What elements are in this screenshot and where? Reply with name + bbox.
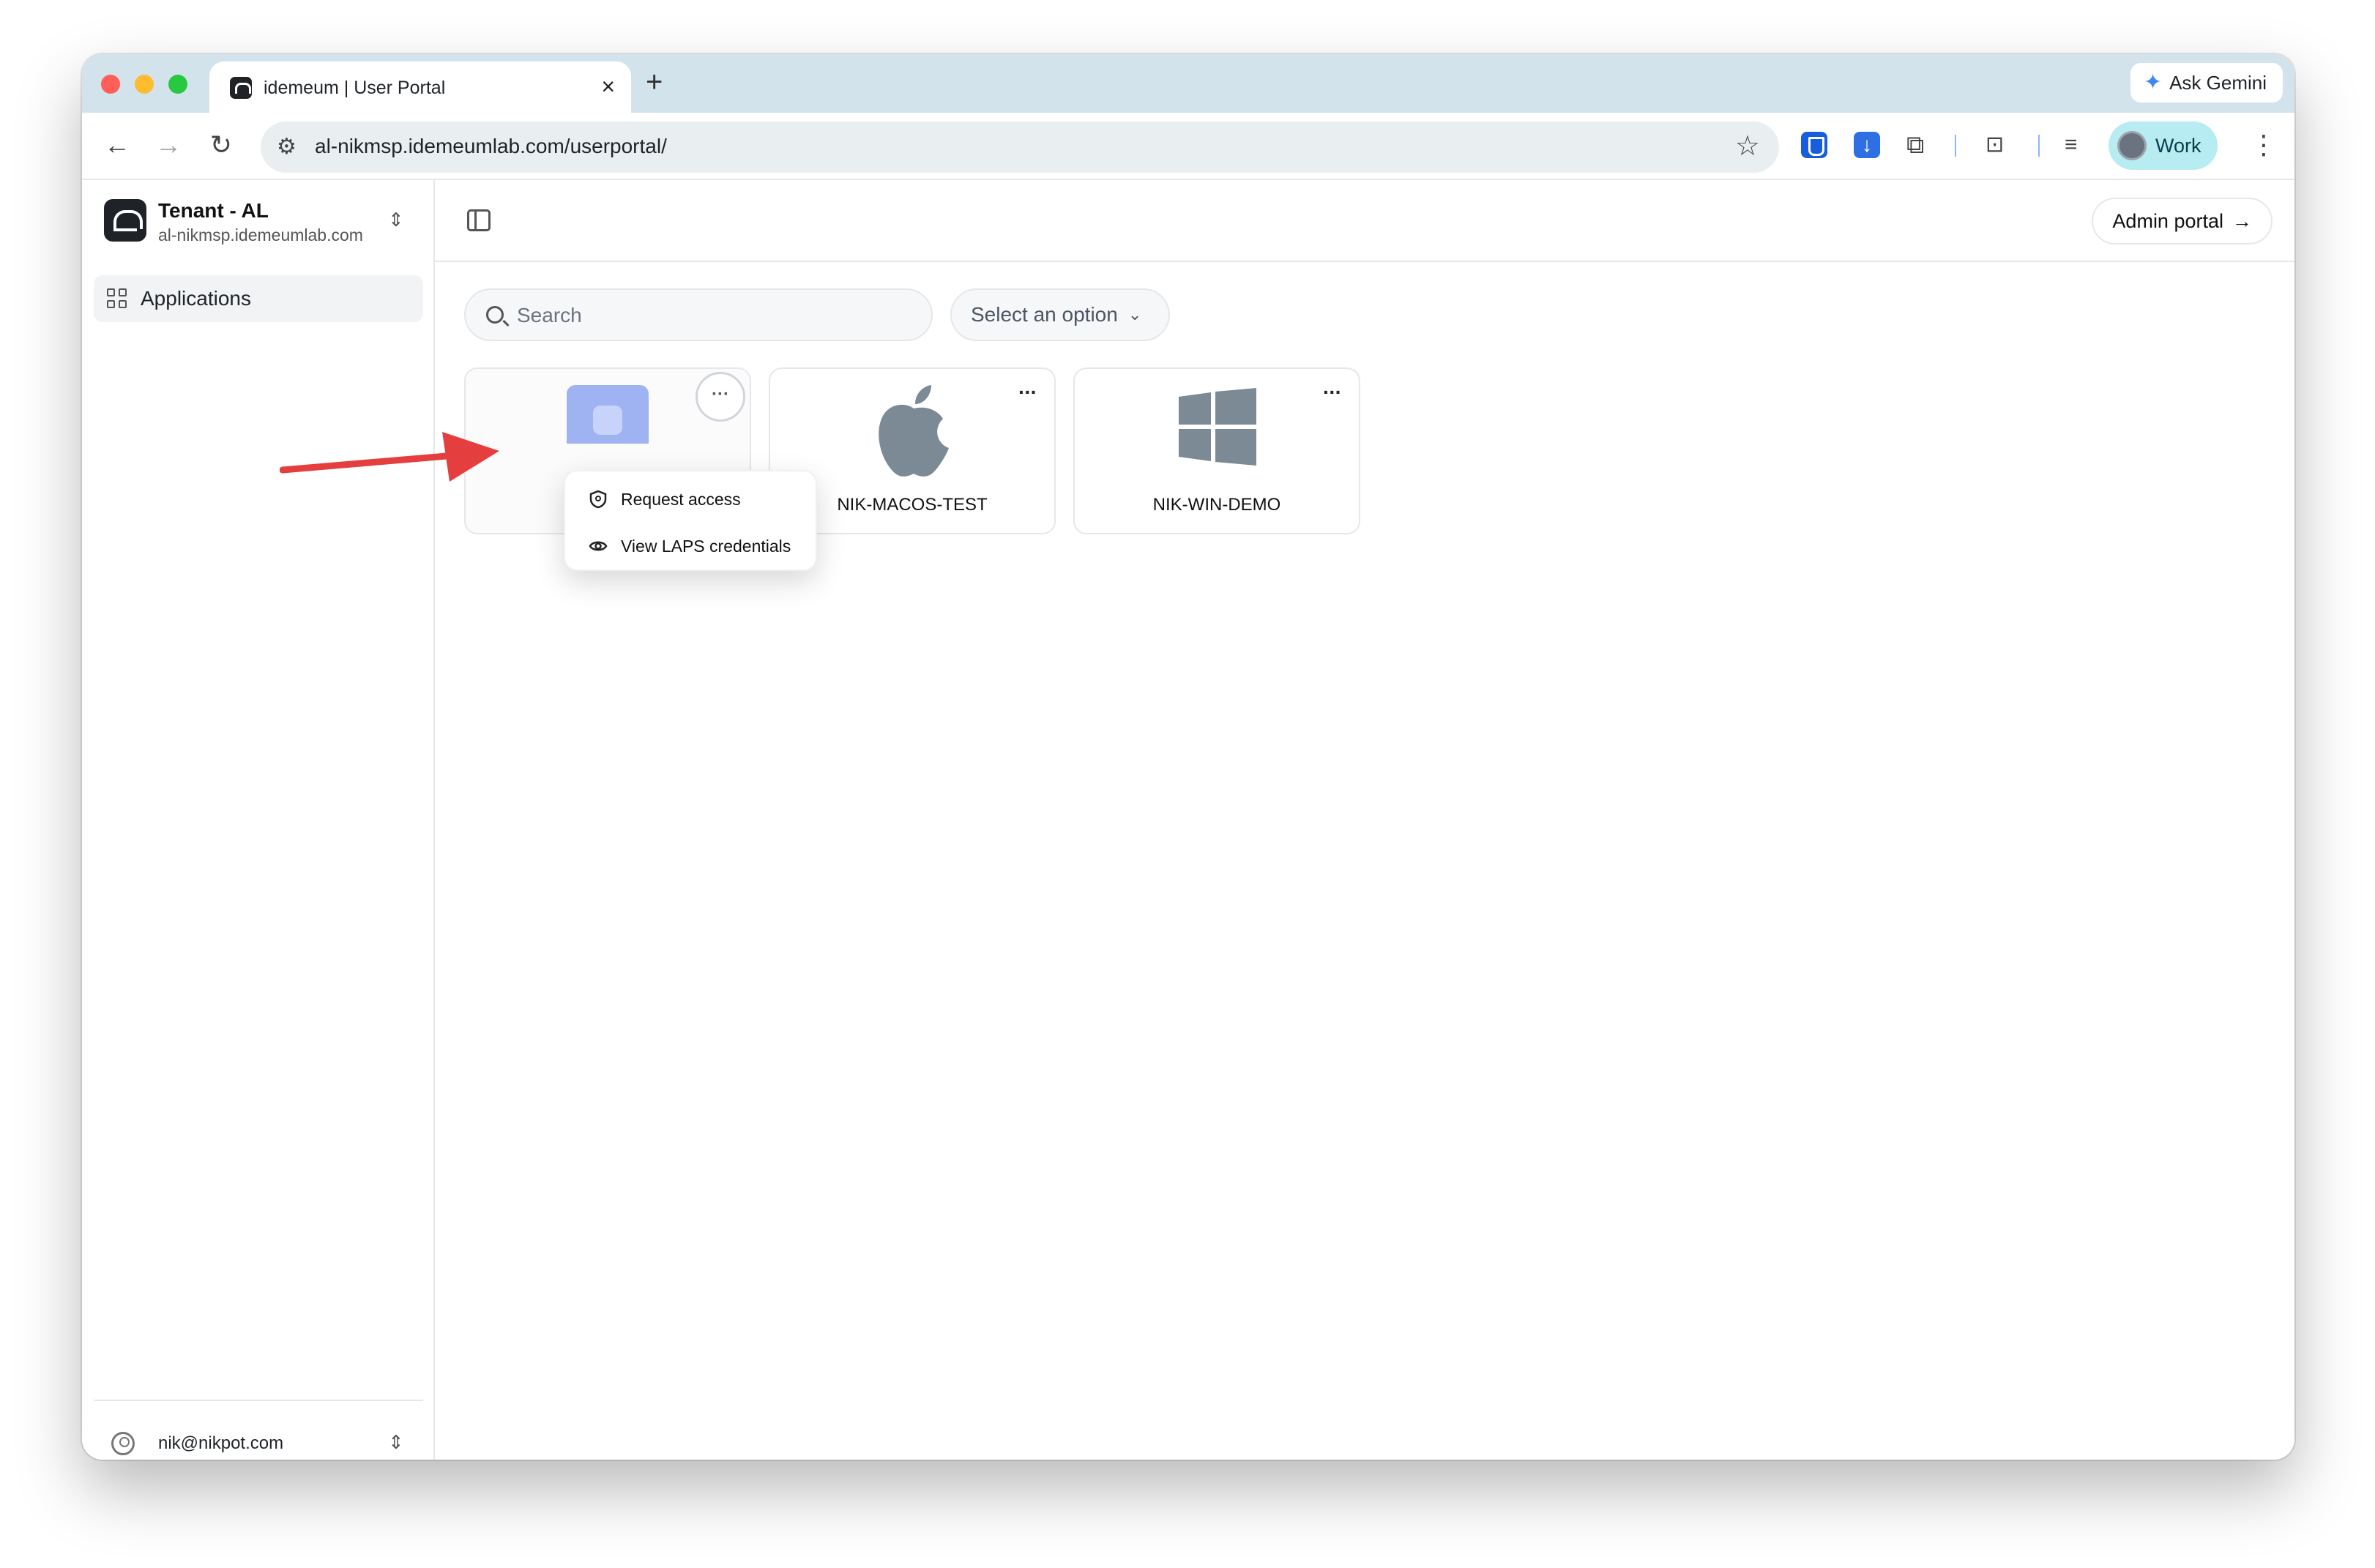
extensions-puzzle-icon[interactable]: ⧉ [1906,132,1933,158]
admin-portal-label: Admin portal [2112,209,2223,232]
header-bar: Admin portal → [435,180,2294,262]
search-input[interactable] [517,300,912,331]
tab-title: idemeum | User Portal [264,78,446,98]
app-card-label: NIK-WIN-DEMO [1152,495,1281,515]
profile-chip[interactable]: Work [2109,122,2218,170]
browser-menu-icon[interactable]: ⋮ [2251,129,2277,161]
bookmark-star-icon[interactable]: ☆ [1735,130,1760,163]
filter-select[interactable]: Select an option ⌄ [950,288,1170,341]
address-bar[interactable]: ⚙ al-nikmsp.idemeumlab.com/userportal/ ☆ [261,122,1779,173]
toolbar-divider [1955,135,1956,157]
more-options-icon[interactable]: ··· [696,372,745,422]
sidebar-toggle-icon[interactable] [467,209,491,231]
grid-icon [107,288,127,309]
tenant-logo-icon [104,199,146,242]
tenant-name[interactable]: Tenant - AL [158,199,269,223]
forward-arrow-icon[interactable]: → [152,129,184,161]
sidebar-item-applications[interactable]: Applications [94,275,423,322]
browser-window: idemeum | User Portal × + ✦ Ask Gemini ←… [82,54,2294,1460]
tenant-switcher-chevron-icon[interactable]: ⇕ [388,206,404,233]
download-extension-icon[interactable] [1854,132,1880,158]
eye-icon [589,541,608,551]
tab-search-icon[interactable]: ⊡ [1986,132,2012,158]
gemini-sparkle-icon: ✦ [2143,70,2163,94]
bitwarden-extension-icon[interactable] [1801,132,1827,158]
media-controls-icon[interactable]: ≡ [2065,132,2091,158]
site-info-icon[interactable]: ⚙ [277,133,297,161]
user-email[interactable]: nik@nikpot.com [158,1433,283,1454]
profile-label: Work [2155,134,2201,157]
idemeum-favicon-icon [230,77,252,99]
search-icon [486,306,504,324]
arrow-right-icon: → [2232,209,2252,232]
main-content: Admin portal → Select an option ⌄ ··· ··… [435,180,2294,1460]
tab-close-icon[interactable]: × [601,73,615,100]
sidebar: Tenant - AL al-nikmsp.idemeumlab.com ⇕ A… [82,180,435,1460]
back-arrow-icon[interactable]: ← [101,129,133,161]
ask-gemini-label: Ask Gemini [2169,71,2267,94]
annotation-arrow-icon [280,432,499,482]
profile-avatar [2117,131,2147,160]
maximize-window-button[interactable] [168,75,187,94]
app-card-nik-win-demo[interactable]: ··· NIK-WIN-DEMO [1073,367,1360,534]
new-tab-button[interactable]: + [646,66,663,98]
menu-item-view-laps-credentials[interactable]: View LAPS credentials [589,531,791,561]
menu-item-label: Request access [621,489,741,509]
app-icon [567,385,649,444]
admin-portal-button[interactable]: Admin portal → [2092,198,2273,244]
url-text[interactable]: al-nikmsp.idemeumlab.com/userportal/ [315,135,667,158]
user-menu-chevron-icon[interactable]: ⇕ [388,1429,404,1455]
sidebar-divider [94,1400,423,1401]
menu-item-label: View LAPS credentials [621,536,791,556]
more-options-icon[interactable]: ··· [1323,381,1342,404]
windows-icon [1179,388,1256,466]
more-options-icon[interactable]: ··· [1018,381,1037,404]
reload-icon[interactable]: ↻ [205,129,237,161]
chevron-down-icon: ⌄ [1127,305,1142,324]
minimize-window-button[interactable] [135,75,154,94]
tenant-domain: al-nikmsp.idemeumlab.com [158,225,363,244]
user-avatar-icon [111,1432,135,1455]
menu-item-request-access[interactable]: Request access [589,485,741,514]
close-window-button[interactable] [101,75,120,94]
apple-icon [879,385,949,477]
ask-gemini-button[interactable]: ✦ Ask Gemini [2130,63,2283,102]
tab-strip: idemeum | User Portal × + ✦ Ask Gemini [82,54,2294,113]
browser-toolbar: ← → ↻ ⚙ al-nikmsp.idemeumlab.com/userpor… [82,113,2294,180]
shield-icon [589,490,607,509]
browser-tab[interactable]: idemeum | User Portal × [209,61,631,113]
filter-select-label: Select an option [971,303,1118,326]
card-context-menu: Request access View LAPS credentials [564,470,817,571]
toolbar-divider [2038,135,2040,157]
sidebar-item-label: Applications [141,287,251,310]
search-box[interactable] [464,288,933,341]
